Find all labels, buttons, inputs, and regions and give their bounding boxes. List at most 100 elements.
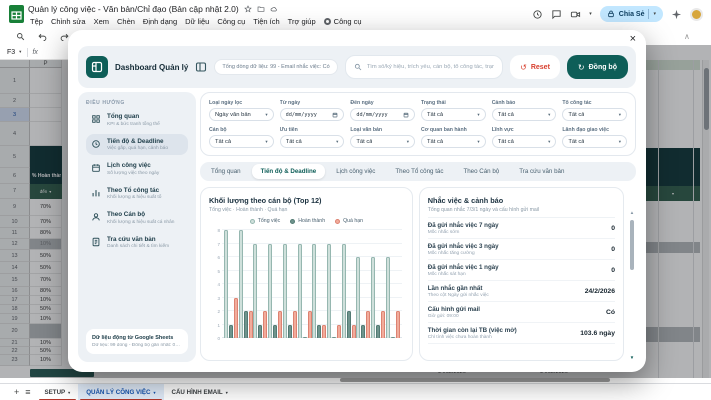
- sync-label: Đồng bộ: [589, 64, 617, 71]
- bar-Hoàn thành: [317, 325, 321, 339]
- bar-Quá hạn: [249, 311, 253, 338]
- menu-item-0[interactable]: Tệp: [26, 15, 47, 28]
- filter-dropdown[interactable]: Ngày văn bản▾: [209, 108, 274, 121]
- stat-value: 24/2/2026: [585, 288, 615, 295]
- bar-Hoàn thành: [258, 325, 262, 339]
- filter-dropdown[interactable]: Tất cả▾: [492, 135, 557, 148]
- add-sheet-icon[interactable]: +: [14, 388, 19, 397]
- sheet-tab-caret-icon[interactable]: ▾: [226, 390, 228, 395]
- menu-item-8[interactable]: Trợ giúp: [284, 15, 320, 28]
- sidebar-item-0[interactable]: Tổng quanKPI & bức tranh tổng thể: [86, 109, 188, 131]
- menu-item-5[interactable]: Dữ liệu: [181, 15, 213, 28]
- gemini-sparkle-icon[interactable]: [671, 9, 682, 20]
- filter-dropdown[interactable]: Tất cả▾: [562, 108, 627, 121]
- sidebar-item-1[interactable]: Tiến độ & DeadlineViệc gấp, quá hạn, cản…: [86, 134, 188, 156]
- stat-row-2: Đã gửi nhắc việc 1 ngàyMốc nhắc sát hạn0: [428, 260, 615, 281]
- filter-dropdown[interactable]: Tất cả▾: [492, 108, 557, 121]
- dialog-scrollbar-thumb[interactable]: [630, 220, 634, 270]
- filter-label: Trạng thái: [421, 100, 486, 106]
- y-tick-label: 2: [211, 309, 220, 314]
- stat-row-5: Thời gian còn lại TB (việc mở)Chỉ tính v…: [428, 323, 615, 344]
- filter-dropdown[interactable]: Tất cả▾: [350, 135, 415, 148]
- comment-icon[interactable]: [551, 9, 562, 20]
- bar-Tổng việc: [312, 244, 316, 339]
- cell-reference: F3: [7, 49, 15, 56]
- tab-3[interactable]: Theo Tổ công tác: [386, 164, 452, 179]
- history-icon[interactable]: [532, 9, 543, 20]
- sheet-tab-1[interactable]: QUẢN LÝ CÔNG VIỆC▾: [78, 384, 163, 400]
- sidebar-item-5[interactable]: Tra cứu văn bảnDanh sách chi tiết & tìm …: [86, 232, 188, 254]
- avatar[interactable]: [690, 8, 703, 21]
- reset-button[interactable]: ↺ Reset: [510, 55, 560, 79]
- filter-dropdown[interactable]: Tất cả▾: [421, 135, 486, 148]
- scroll-up-icon[interactable]: ▲: [628, 210, 636, 215]
- filter-dropdown[interactable]: Tất cả▾: [562, 135, 627, 148]
- legend-item-1: Hoàn thành: [290, 218, 325, 224]
- search-icon[interactable]: [16, 32, 25, 41]
- fx-label: fx: [32, 49, 37, 56]
- sheet-tab-caret-icon[interactable]: ▾: [68, 390, 70, 395]
- dashboard-search[interactable]: [345, 55, 503, 79]
- stat-value: Có: [606, 309, 615, 316]
- filter-date-input[interactable]: dd/mm/yyyy: [350, 108, 415, 121]
- menu-item-6[interactable]: Công cụ: [213, 15, 249, 28]
- star-icon[interactable]: [244, 5, 252, 13]
- sheet-tab-caret-icon[interactable]: ▾: [153, 390, 155, 395]
- scroll-down-icon[interactable]: ▼: [628, 355, 636, 360]
- share-caret-icon[interactable]: ▾: [653, 11, 656, 17]
- chart-bar-group-8: [327, 244, 341, 339]
- menu-item-7[interactable]: Tiện ích: [249, 15, 283, 28]
- undo-icon[interactable]: [38, 32, 47, 41]
- menu-item-4[interactable]: Định dạng: [139, 15, 181, 28]
- tab-5[interactable]: Tra cứu văn bản: [510, 164, 573, 179]
- nav-item-title: Tổng quan: [107, 113, 160, 121]
- chevron-down-icon: ▾: [407, 139, 409, 145]
- stat-label: Thời gian còn lại TB (việc mở): [428, 327, 517, 334]
- sidebar-item-3[interactable]: Theo Tổ công tácKhối lượng & hiệu suất t…: [86, 183, 188, 205]
- menu-item-3[interactable]: Chèn: [113, 15, 139, 28]
- legend-label: Hoàn thành: [298, 218, 325, 224]
- horizontal-scrollbar[interactable]: [340, 378, 610, 382]
- sync-button[interactable]: ↻ Đồng bộ: [567, 55, 628, 79]
- filter-row2-2: Loại văn bảnTất cả▾: [350, 127, 415, 148]
- namebox-divider: [27, 48, 28, 57]
- menu-item-9[interactable]: Công cụ: [320, 15, 366, 28]
- menu-item-2[interactable]: Xem: [90, 15, 113, 28]
- namebox-caret-icon[interactable]: ▾: [19, 49, 21, 55]
- filter-dropdown[interactable]: Tất cả▾: [421, 108, 486, 121]
- dialog-scrollbar[interactable]: ▲ ▼: [628, 210, 636, 360]
- filter-date-input[interactable]: dd/mm/yyyy: [280, 108, 345, 121]
- sheets-logo-icon[interactable]: [9, 5, 24, 23]
- filter-dropdown[interactable]: Tất cả▾: [280, 135, 345, 148]
- close-icon[interactable]: ×: [630, 33, 636, 45]
- toggle-sidebar-icon[interactable]: [195, 61, 207, 73]
- sidebar-item-2[interactable]: Lịch công việcSố lượng việc theo ngày: [86, 158, 188, 180]
- meet-caret-icon[interactable]: ▾: [589, 11, 592, 17]
- all-sheets-icon[interactable]: ≡: [25, 388, 30, 397]
- cloud-status-icon[interactable]: [270, 5, 278, 13]
- stat-text: Thời gian còn lại TB (việc mở)Chỉ tính v…: [428, 327, 517, 340]
- tab-0[interactable]: Tổng quan: [202, 164, 250, 179]
- chart-bar-group-6: [298, 244, 312, 339]
- doc-title[interactable]: Quản lý công việc - Văn bản/Chỉ đạo (Bản…: [28, 4, 239, 14]
- share-button[interactable]: Chia Sẻ ▾: [600, 6, 663, 22]
- filter-row2-5: Lãnh đạo giao việcTất cả▾: [562, 127, 627, 148]
- name-box[interactable]: F3 ▾ fx: [0, 45, 68, 60]
- filter-label: Cán bộ: [209, 127, 274, 133]
- legend-dot: [335, 219, 340, 224]
- collapse-toolbar-icon[interactable]: ∧: [684, 32, 690, 41]
- nav-item-title: Theo Cán bộ: [107, 211, 174, 219]
- search-input[interactable]: [367, 64, 494, 70]
- bar-Hoàn thành: [303, 337, 307, 338]
- meet-camera-icon[interactable]: [570, 9, 581, 20]
- sheet-tab-0[interactable]: SETUP▾: [37, 384, 79, 400]
- dashboard-sidebar: ĐIỀU HƯỚNG Tổng quanKPI & bức tranh tổng…: [78, 92, 196, 362]
- tab-2[interactable]: Lịch công việc: [327, 164, 384, 179]
- menu-item-1[interactable]: Chỉnh sửa: [47, 15, 90, 28]
- sidebar-item-4[interactable]: Theo Cán bộKhối lượng & hiệu suất cá nhâ…: [86, 207, 188, 229]
- filter-dropdown[interactable]: Tất cả▾: [209, 135, 274, 148]
- sheet-tab-2[interactable]: CẤU HÌNH EMAIL▾: [164, 384, 236, 400]
- tab-1[interactable]: Tiến độ & Deadline: [252, 164, 326, 179]
- move-folder-icon[interactable]: [257, 5, 265, 13]
- tab-4[interactable]: Theo Cán bộ: [454, 164, 508, 179]
